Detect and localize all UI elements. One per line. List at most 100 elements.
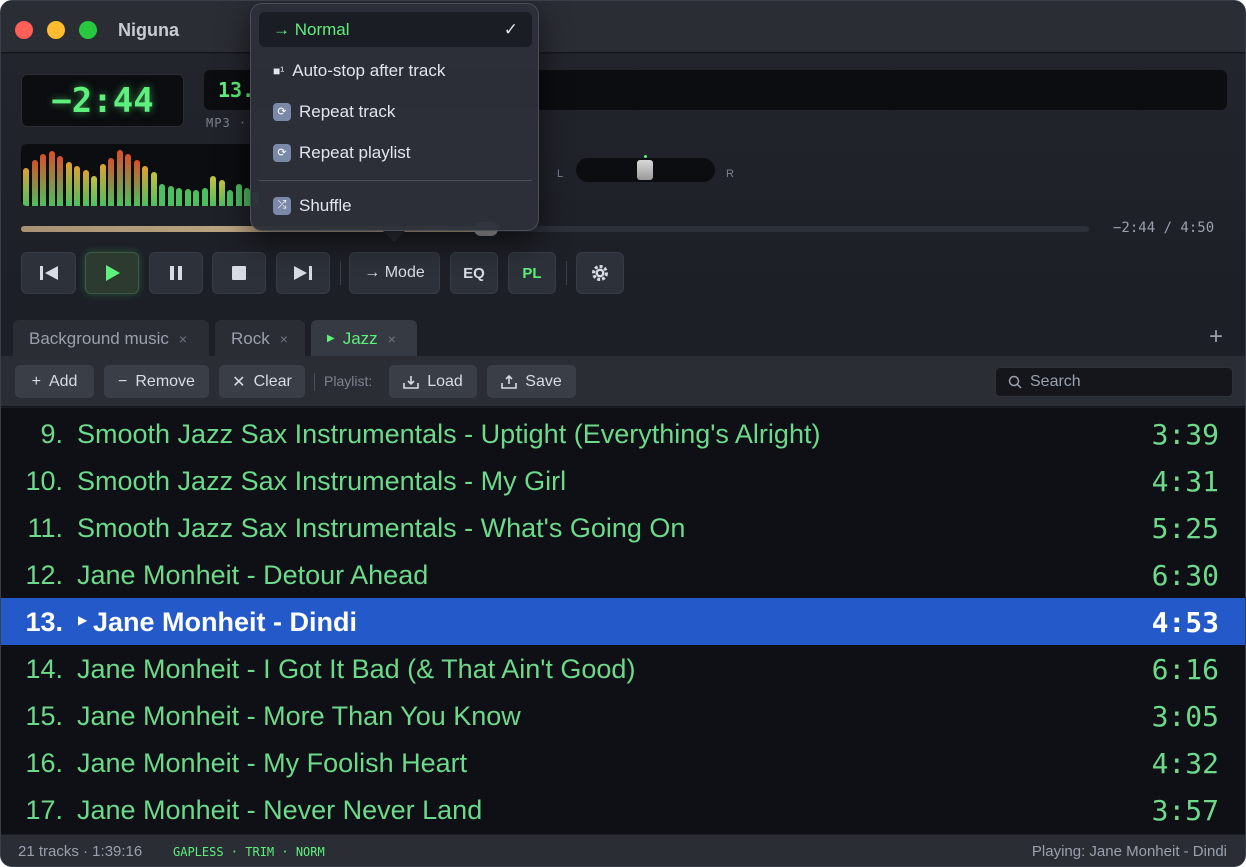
spectrum-bar: [176, 188, 182, 206]
track-duration: 6:30: [1151, 559, 1219, 592]
mode-shuffle-item[interactable]: ⤮ Shuffle: [259, 188, 532, 223]
zoom-window-button[interactable]: [79, 21, 97, 39]
mode-repeat-playlist-item[interactable]: ⟳ Repeat playlist: [259, 135, 532, 170]
mode-button[interactable]: → Mode: [349, 252, 440, 294]
close-window-button[interactable]: [15, 21, 33, 39]
mode-repeat-track-item[interactable]: ⟳ Repeat track: [259, 94, 532, 129]
spectrum-bar: [91, 176, 97, 206]
playlist-label: Playlist:: [324, 373, 373, 389]
playlist-toolbar: + Add − Remove ✕ Clear Playlist: Load Sa…: [1, 356, 1245, 407]
track-number-display: 13.: [218, 78, 255, 102]
pause-button[interactable]: [149, 252, 203, 294]
pause-icon: [170, 266, 182, 280]
spectrum-bar: [227, 190, 233, 206]
track-title: Jane Monheit - Never Never Land: [77, 795, 483, 825]
tab-close-icon[interactable]: ×: [179, 331, 187, 347]
minus-icon: −: [118, 372, 128, 390]
eq-button[interactable]: EQ: [450, 252, 498, 294]
spectrum-bar: [125, 154, 131, 206]
balance-knob[interactable]: [637, 160, 653, 180]
settings-button[interactable]: [576, 252, 624, 294]
now-playing-icon: ▶: [78, 613, 88, 627]
track-row[interactable]: 9. Smooth Jazz Sax Instrumentals - Uptigh…: [1, 410, 1245, 457]
next-button[interactable]: [276, 252, 330, 294]
mode-auto-stop-item[interactable]: ■¹ Auto-stop after track: [259, 53, 532, 88]
spectrum-bar: [99, 164, 106, 206]
track-title: Jane Monheit - More Than You Know: [77, 701, 521, 731]
pl-button[interactable]: PL: [508, 252, 556, 294]
play-button[interactable]: [85, 252, 139, 294]
now-playing-status: Playing: Jane Monheit - Dindi: [1031, 843, 1227, 860]
spectrum-bar: [57, 156, 63, 206]
spectrum-bar: [108, 158, 114, 206]
time-remaining-display[interactable]: −2:44: [21, 74, 184, 127]
x-icon: ✕: [232, 373, 246, 391]
load-button[interactable]: Load: [389, 365, 477, 398]
player-panel: −2:44 13. MP3 · L R −2:44 / 4:50 → Mode …: [1, 54, 1245, 304]
track-title: Smooth Jazz Sax Instrumentals - My Girl: [77, 466, 567, 496]
track-row[interactable]: 15. Jane Monheit - More Than You Know 3:05: [1, 692, 1245, 739]
previous-button[interactable]: [21, 252, 76, 294]
track-row[interactable]: 14. Jane Monheit - I Got It Bad (& That A…: [1, 645, 1245, 692]
search-input[interactable]: Search: [995, 367, 1233, 397]
spectrum-bar: [235, 184, 242, 206]
track-number: 10.: [25, 466, 63, 496]
add-tab-button[interactable]: +: [1209, 323, 1223, 351]
track-duration: 4:53: [1151, 606, 1219, 639]
spectrum-bar: [193, 190, 199, 206]
playlist: 9. Smooth Jazz Sax Instrumentals - Uptigh…: [1, 408, 1245, 834]
spectrum-bar: [159, 184, 165, 206]
tab-close-icon[interactable]: ×: [280, 331, 288, 347]
tab-rock[interactable]: Rock ×: [215, 320, 305, 357]
play-icon: [106, 265, 120, 281]
track-row[interactable]: 17. Jane Monheit - Never Never Land 3:57: [1, 786, 1245, 833]
track-row[interactable]: 12. Jane Monheit - Detour Ahead 6:30: [1, 551, 1245, 598]
stop-button[interactable]: [212, 252, 266, 294]
seek-bar[interactable]: [21, 226, 1089, 232]
load-icon: [403, 375, 420, 389]
mode-normal-item[interactable]: → Normal ✓: [259, 12, 532, 47]
menu-item-label: → Normal: [273, 19, 350, 39]
save-button[interactable]: Save: [487, 365, 576, 398]
track-title: Jane Monheit - Dindi: [93, 607, 358, 637]
spectrum-bar: [82, 170, 89, 206]
tab-jazz[interactable]: ▶ Jazz ×: [311, 320, 417, 357]
spectrum-bar: [218, 180, 225, 206]
playing-indicator-icon: ▶: [327, 333, 335, 344]
status-bar: 21 tracks · 1:39:16 GAPLESS · TRIM · NOR…: [1, 835, 1245, 866]
playing-track-row[interactable]: 13. ▶ Jane Monheit - Dindi 4:53: [1, 598, 1245, 645]
balance-center-marker: [644, 155, 647, 158]
next-icon: [294, 266, 312, 280]
tab-label: Background music: [29, 328, 169, 348]
remove-button[interactable]: − Remove: [104, 365, 209, 398]
track-row[interactable]: 16. Jane Monheit - My Foolish Heart 4:32: [1, 739, 1245, 786]
menu-separator: [259, 180, 532, 181]
track-number: 12.: [25, 560, 63, 590]
title-bar: Niguna: [1, 1, 1245, 53]
menu-arrow: [382, 230, 406, 242]
search-icon: [1008, 375, 1022, 389]
balance-slider[interactable]: [576, 155, 715, 182]
menu-item-label: Shuffle: [299, 195, 352, 215]
tab-label: Rock: [231, 328, 270, 348]
tab-close-icon[interactable]: ×: [388, 331, 396, 347]
spectrum-bar: [65, 162, 72, 206]
balance-left-label: L: [557, 168, 564, 180]
clear-button[interactable]: ✕ Clear: [219, 365, 305, 398]
track-title: Jane Monheit - My Foolish Heart: [77, 748, 468, 778]
stop-icon: [232, 266, 246, 280]
separator: [340, 261, 341, 285]
tab-background-music[interactable]: Background music ×: [13, 320, 209, 357]
track-number: 14.: [25, 654, 63, 684]
add-button[interactable]: + Add: [15, 365, 94, 398]
load-button-label: Load: [427, 372, 463, 390]
track-number: 16.: [25, 748, 63, 778]
search-placeholder: Search: [1030, 373, 1081, 390]
app-title: Niguna: [118, 20, 179, 40]
track-row[interactable]: 10. Smooth Jazz Sax Instrumentals - My Gi…: [1, 457, 1245, 504]
track-duration: 3:57: [1151, 794, 1219, 827]
previous-icon: [39, 266, 58, 280]
track-row[interactable]: 11. Smooth Jazz Sax Instrumentals - What'…: [1, 504, 1245, 551]
minimize-window-button[interactable]: [47, 21, 65, 39]
tab-label: Jazz: [342, 328, 378, 348]
